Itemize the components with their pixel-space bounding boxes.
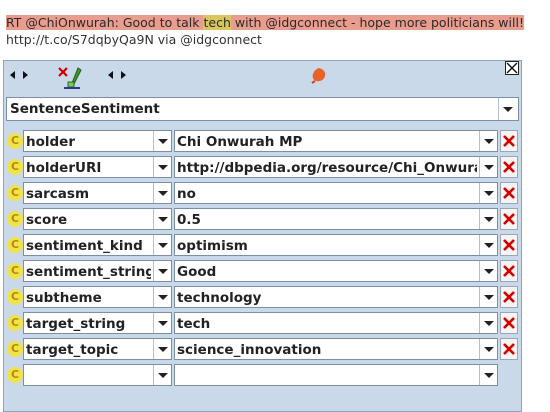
feature-value-select[interactable]: technology xyxy=(174,286,498,308)
delete-feature-icon[interactable] xyxy=(500,208,518,230)
dropdown-icon[interactable] xyxy=(153,235,171,255)
dropdown-icon[interactable] xyxy=(153,339,171,359)
feature-type-icon: C xyxy=(7,367,23,383)
feature-name: holderURI xyxy=(26,160,102,176)
text-before: RT @ChiOnwurah: Good to talk xyxy=(6,15,204,30)
dropdown-icon[interactable] xyxy=(153,131,171,151)
feature-type-icon: C xyxy=(7,185,23,201)
feature-name-select[interactable]: subtheme xyxy=(23,286,172,308)
dropdown-icon[interactable] xyxy=(479,157,497,177)
arrow-right-icon[interactable] xyxy=(121,71,126,79)
dropdown-icon[interactable] xyxy=(479,287,497,307)
feature-value: 0.5 xyxy=(177,212,201,228)
dropdown-icon[interactable] xyxy=(153,209,171,229)
close-icon[interactable] xyxy=(505,61,519,75)
feature-name-select[interactable]: target_string xyxy=(23,312,172,334)
feature-value-select[interactable]: Chi Onwurah MP xyxy=(174,130,498,152)
feature-type-icon: C xyxy=(7,133,23,149)
delete-feature-icon[interactable] xyxy=(500,260,518,282)
dropdown-icon[interactable] xyxy=(153,365,171,385)
document-line-2: http://t.co/S7dqbyQa9N via @idgconnect xyxy=(6,32,262,47)
feature-value: no xyxy=(177,186,196,202)
dropdown-icon[interactable] xyxy=(153,157,171,177)
delete-feature-icon[interactable] xyxy=(500,234,518,256)
feature-name: target_string xyxy=(26,316,126,332)
delete-feature-icon[interactable] xyxy=(500,156,518,178)
feature-name: target_topic xyxy=(26,342,119,358)
dropdown-icon[interactable] xyxy=(153,287,171,307)
annotation-type-value: SentenceSentiment xyxy=(10,101,160,117)
dropdown-icon[interactable] xyxy=(498,98,518,120)
document-text: RT @ChiOnwurah: Good to talk tech with @… xyxy=(6,14,546,48)
feature-name: sentiment_kind xyxy=(26,238,143,254)
feature-name: sentiment_string xyxy=(26,264,151,280)
feature-name-select[interactable]: score xyxy=(23,208,172,230)
feature-name-select[interactable]: sentiment_string xyxy=(23,260,172,282)
feature-name-select[interactable] xyxy=(23,364,172,386)
feature-value: tech xyxy=(177,316,211,332)
dropdown-icon[interactable] xyxy=(479,365,497,385)
feature-type-icon: C xyxy=(7,315,23,331)
feature-name: subtheme xyxy=(26,290,102,306)
color-icon[interactable] xyxy=(310,66,328,84)
arrow-left-icon[interactable] xyxy=(10,71,15,79)
delete-feature-icon[interactable] xyxy=(500,338,518,360)
delete-feature-icon[interactable] xyxy=(500,182,518,204)
dropdown-icon[interactable] xyxy=(479,183,497,203)
feature-type-icon: C xyxy=(7,263,23,279)
annotation-editor: SentenceSentiment Cholder Chi Onwurah MP C… xyxy=(3,60,522,412)
feature-name-select[interactable]: sentiment_kind xyxy=(23,234,172,256)
document-line-1: RT @ChiOnwurah: Good to talk tech with @… xyxy=(6,14,546,31)
remove-annotation-icon[interactable] xyxy=(56,65,82,91)
feature-value-select[interactable]: 0.5 xyxy=(174,208,498,230)
dropdown-icon[interactable] xyxy=(153,183,171,203)
feature-value-select[interactable]: http://dbpedia.org/resource/Chi_Onwurah xyxy=(174,156,498,178)
feature-value-select[interactable]: science_innovation xyxy=(174,338,498,360)
feature-value: Chi Onwurah MP xyxy=(177,134,303,150)
feature-type-icon: C xyxy=(7,237,23,253)
annotation-highlight[interactable]: RT @ChiOnwurah: Good to talk tech with @… xyxy=(6,15,524,30)
feature-name: score xyxy=(26,212,68,228)
feature-value-select[interactable] xyxy=(174,364,498,386)
dropdown-icon[interactable] xyxy=(153,313,171,333)
feature-value-select[interactable]: no xyxy=(174,182,498,204)
feature-name: sarcasm xyxy=(26,186,90,202)
dropdown-icon[interactable] xyxy=(153,261,171,281)
feature-value-select[interactable]: optimism xyxy=(174,234,498,256)
dropdown-icon[interactable] xyxy=(479,209,497,229)
editor-toolbar xyxy=(4,61,521,95)
feature-type-icon: C xyxy=(7,289,23,305)
annotation-type-select[interactable]: SentenceSentiment xyxy=(6,97,519,121)
feature-name-select[interactable]: holderURI xyxy=(23,156,172,178)
feature-type-icon: C xyxy=(7,341,23,357)
feature-name-select[interactable]: holder xyxy=(23,130,172,152)
text-after: with @idgconnect - hope more politicians… xyxy=(230,15,524,30)
delete-feature-icon[interactable] xyxy=(500,130,518,152)
feature-name-select[interactable]: sarcasm xyxy=(23,182,172,204)
feature-value: technology xyxy=(177,290,262,306)
delete-feature-icon[interactable] xyxy=(500,312,518,334)
feature-name: holder xyxy=(26,134,75,150)
feature-value-select[interactable]: tech xyxy=(174,312,498,334)
dropdown-icon[interactable] xyxy=(479,313,497,333)
dropdown-icon[interactable] xyxy=(479,235,497,255)
feature-type-icon: C xyxy=(7,211,23,227)
arrow-right-icon[interactable] xyxy=(23,71,28,79)
dropdown-icon[interactable] xyxy=(479,261,497,281)
feature-type-icon: C xyxy=(7,159,23,175)
delete-feature-icon[interactable] xyxy=(500,286,518,308)
feature-value: http://dbpedia.org/resource/Chi_Onwurah xyxy=(177,160,477,176)
tech-highlight: tech xyxy=(203,15,231,30)
feature-value: optimism xyxy=(177,238,248,254)
dropdown-icon[interactable] xyxy=(479,339,497,359)
arrow-left-icon[interactable] xyxy=(108,71,113,79)
feature-value: Good xyxy=(177,264,217,280)
feature-value-select[interactable]: Good xyxy=(174,260,498,282)
dropdown-icon[interactable] xyxy=(479,131,497,151)
feature-name-select[interactable]: target_topic xyxy=(23,338,172,360)
feature-value: science_innovation xyxy=(177,342,322,358)
